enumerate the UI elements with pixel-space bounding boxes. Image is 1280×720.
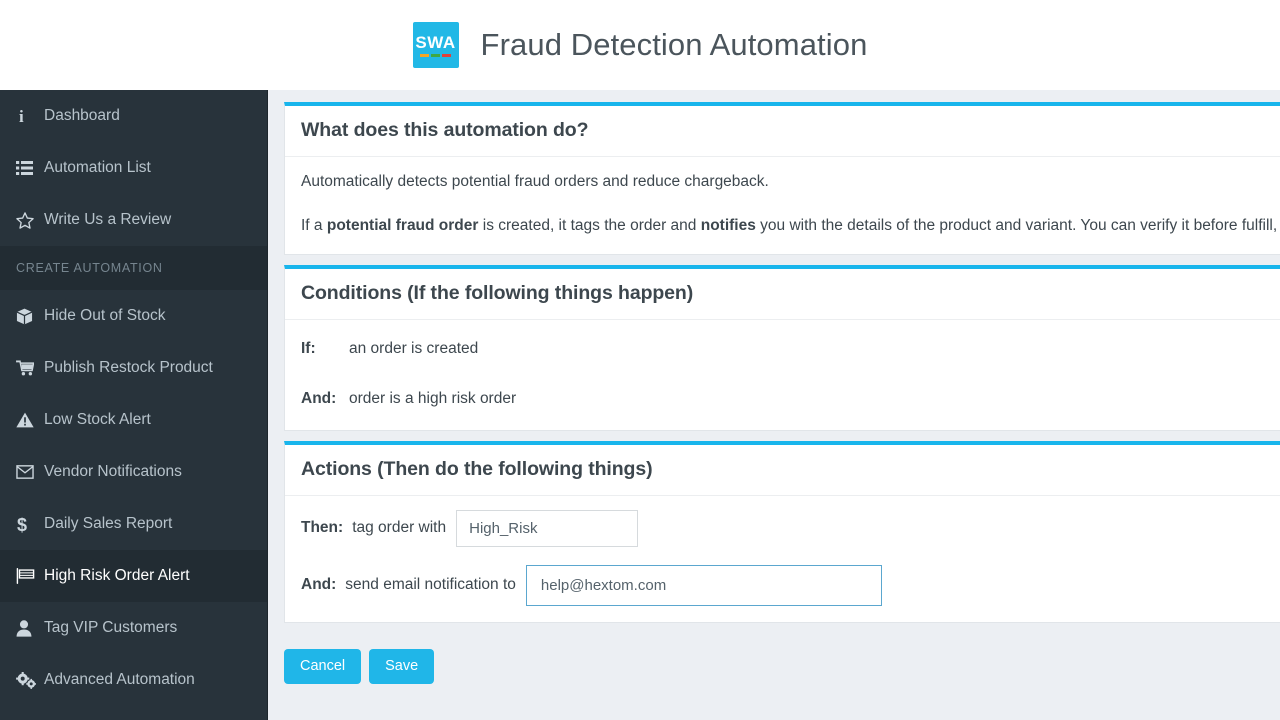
form-footer: Cancel Save xyxy=(284,633,1280,685)
about-p2-part1: If a xyxy=(301,217,327,235)
cogs-icon xyxy=(16,671,44,689)
about-paragraph-1: Automatically detects potential fraud or… xyxy=(301,173,769,190)
sidebar-item-tag-vip-customers[interactable]: Tag VIP Customers xyxy=(0,602,267,654)
flag-icon xyxy=(16,568,44,584)
sidebar-item-hide-out-of-stock[interactable]: Hide Out of Stock xyxy=(0,290,267,342)
save-button[interactable]: Save xyxy=(369,648,435,685)
actions-card: Actions (Then do the following things) T… xyxy=(284,440,1280,623)
sidebar-item-write-us-a-review[interactable]: Write Us a Review xyxy=(0,194,267,246)
sidebar-item-label: Advanced Automation xyxy=(44,671,195,688)
about-p2-bold2: notifies xyxy=(700,217,756,235)
about-automation-card: What does this automation do? Automatica… xyxy=(284,102,1280,255)
svg-text:i: i xyxy=(19,108,24,125)
envelope-icon xyxy=(16,465,44,479)
list-icon xyxy=(16,161,44,175)
about-card-body: Automatically detects potential fraud or… xyxy=(285,157,1280,254)
sidebar: i Dashboard Automation List Write Us a R… xyxy=(0,90,268,720)
about-p2-part3: you with the details of the product and … xyxy=(760,217,1280,235)
sidebar-item-label: Low Stock Alert xyxy=(44,411,151,428)
sidebar-item-dashboard[interactable]: i Dashboard xyxy=(0,90,267,142)
user-icon xyxy=(16,619,44,637)
action-row-then: Then: tag order with xyxy=(301,509,1267,547)
condition-row-if: If: an order is created xyxy=(301,334,1267,364)
condition-and-value: order is a high risk order xyxy=(349,389,517,407)
condition-and-label: And: xyxy=(301,389,337,407)
brand-logo-text: SWA xyxy=(415,32,456,52)
tag-input[interactable] xyxy=(456,509,639,547)
actions-card-title: Actions (Then do the following things) xyxy=(285,445,1280,496)
action-and-text: send email notification to xyxy=(345,576,516,594)
info-icon: i xyxy=(16,108,44,125)
page-title: Fraud Detection Automation xyxy=(480,27,868,62)
condition-row-and: And: order is a high risk order xyxy=(301,384,1267,414)
main-content: What does this automation do? Automatica… xyxy=(268,90,1280,720)
about-p2-part2: is created, it tags the order and xyxy=(478,217,701,235)
sidebar-item-high-risk-order-alert[interactable]: High Risk Order Alert xyxy=(0,550,267,602)
conditions-card: Conditions (If the following things happ… xyxy=(284,264,1280,431)
sidebar-item-label: Vendor Notifications xyxy=(44,463,182,480)
cancel-button[interactable]: Cancel xyxy=(284,648,362,685)
about-card-title: What does this automation do? xyxy=(285,106,1280,157)
sidebar-item-low-stock-alert[interactable]: Low Stock Alert xyxy=(0,394,267,446)
action-and-label: And: xyxy=(301,576,337,594)
svg-text:$: $ xyxy=(17,515,27,534)
sidebar-section-create-automation: CREATE AUTOMATION xyxy=(0,246,267,290)
sidebar-item-label: Dashboard xyxy=(44,107,120,124)
sidebar-item-label: Tag VIP Customers xyxy=(44,619,178,636)
box-icon xyxy=(16,308,44,325)
brand-logo-bars xyxy=(420,53,452,57)
cart-icon xyxy=(16,360,44,376)
action-then-text: tag order with xyxy=(352,519,447,537)
condition-if-label: If: xyxy=(301,339,316,357)
sidebar-item-label: Hide Out of Stock xyxy=(44,307,166,324)
conditions-card-title: Conditions (If the following things happ… xyxy=(285,269,1280,320)
sidebar-item-daily-sales-report[interactable]: $ Daily Sales Report xyxy=(0,498,267,550)
about-p2-bold1: potential fraud order xyxy=(326,217,479,235)
sidebar-item-automation-list[interactable]: Automation List xyxy=(0,142,267,194)
sidebar-item-advanced-automation[interactable]: Advanced Automation xyxy=(0,654,267,706)
about-paragraph-2: If a potential fraud order is created, i… xyxy=(301,215,1280,237)
condition-if-value: an order is created xyxy=(349,339,479,357)
action-then-label: Then: xyxy=(301,519,344,537)
sidebar-item-label: Publish Restock Product xyxy=(44,359,213,376)
sidebar-item-label: Automation List xyxy=(44,159,151,176)
sidebar-item-label: High Risk Order Alert xyxy=(44,567,190,584)
brand-logo: SWA xyxy=(412,22,459,68)
logo-bar-1 xyxy=(420,53,430,57)
app-header: SWA Fraud Detection Automation xyxy=(0,0,1280,90)
sidebar-item-label: Write Us a Review xyxy=(44,211,172,228)
sidebar-item-publish-restock-product[interactable]: Publish Restock Product xyxy=(0,342,267,394)
sidebar-item-label: Daily Sales Report xyxy=(44,515,173,532)
logo-bar-2 xyxy=(431,53,441,57)
sidebar-item-vendor-notifications[interactable]: Vendor Notifications xyxy=(0,446,267,498)
warning-icon xyxy=(16,412,44,428)
action-row-and: And: send email notification to xyxy=(301,564,1267,606)
email-input[interactable] xyxy=(525,564,882,606)
conditions-card-body: If: an order is created And: order is a … xyxy=(285,320,1280,430)
app-shell: i Dashboard Automation List Write Us a R… xyxy=(0,90,1280,720)
actions-card-body: Then: tag order with And: send email not… xyxy=(285,496,1280,622)
star-icon xyxy=(16,211,44,229)
logo-bar-3 xyxy=(442,53,452,57)
dollar-icon: $ xyxy=(16,515,44,534)
